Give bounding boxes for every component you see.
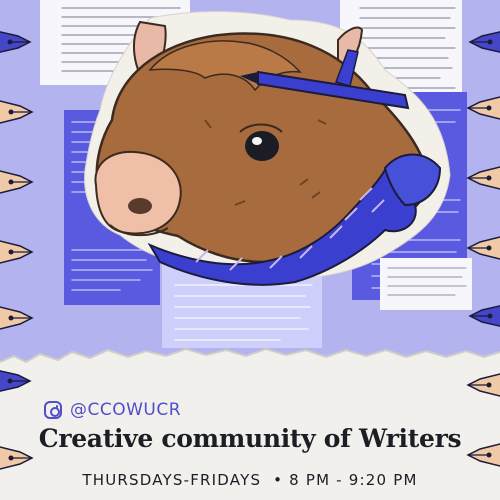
headline: Creative community of Writers [38, 424, 462, 453]
instagram-icon [44, 401, 62, 419]
poster: @CCOWUCR Creative community of Writers T… [0, 0, 500, 500]
handle-text: @CCOWUCR [70, 400, 182, 420]
social-handle[interactable]: @CCOWUCR [44, 400, 181, 420]
schedule-text: THURSDAYS-FRIDAYS • 8 PM - 9:20 PM [82, 471, 418, 489]
pen-nib-icon [0, 369, 31, 393]
pen-nib-icon [467, 372, 500, 398]
